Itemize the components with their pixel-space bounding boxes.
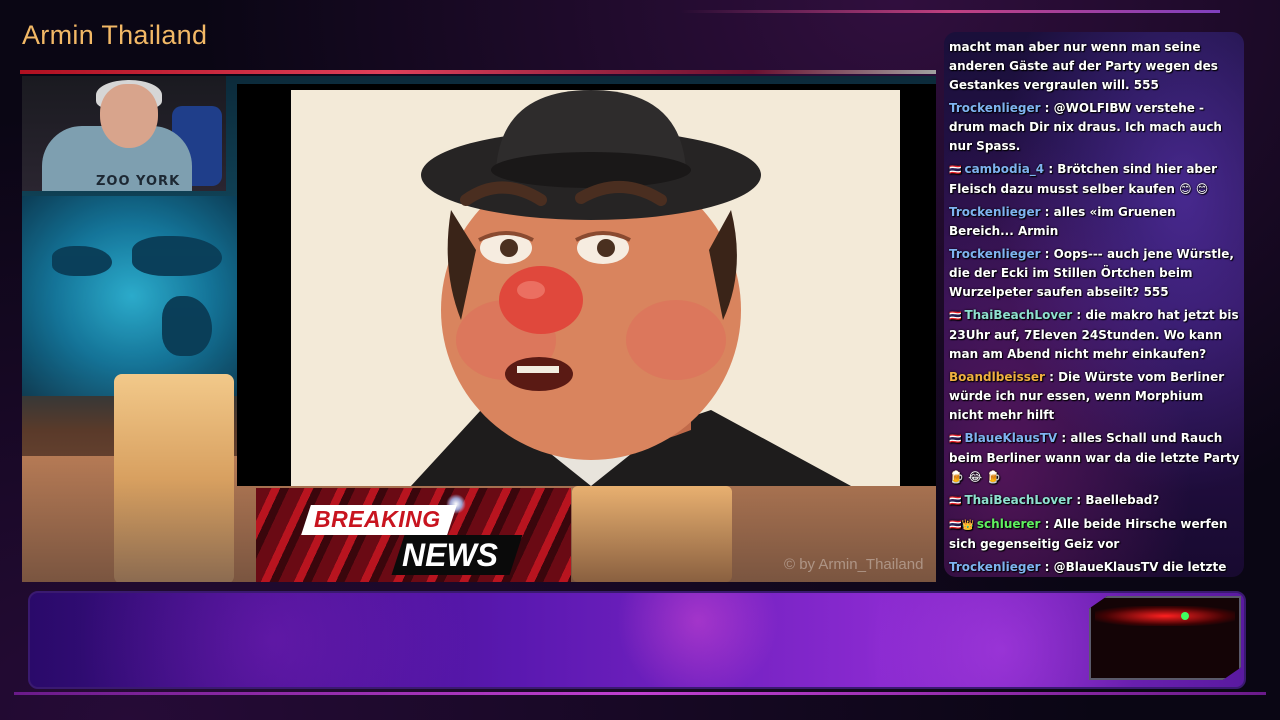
channel-title: Armin Thailand <box>22 20 208 50</box>
shirt-print: ZOO YORK <box>96 174 181 189</box>
chat-message: Boandlbeisser : Die Würste vom Berliner … <box>949 368 1241 425</box>
flag-icon: 🇹🇭 <box>949 434 962 445</box>
map-continent <box>52 246 112 276</box>
chat-message: 🇹🇭 cambodia_4 : Brötchen sind hier aber F… <box>949 160 1241 199</box>
chat-message: 🇹🇭 ThaiBeachLover : Baellebad? <box>949 491 1241 511</box>
flag-icon: 🇹🇭 <box>949 165 962 176</box>
accent-line <box>20 70 936 74</box>
breaking-news-banner: BREAKING NEWS <box>256 488 571 582</box>
chat-username[interactable]: Boandlbeisser <box>949 370 1045 384</box>
cartoon-man-illustration <box>411 90 851 486</box>
world-map-screen <box>22 196 242 396</box>
watermark: © by Armin_Thailand <box>784 556 924 573</box>
main-video <box>291 90 900 486</box>
flag-icon: 🇹🇭 <box>949 311 962 322</box>
room-camera-preview <box>1089 596 1241 680</box>
breaking-label: BREAKING <box>314 506 441 532</box>
chat-text: macht man aber nur wenn man seine andere… <box>949 40 1218 92</box>
chat-message-list[interactable]: macht man aber nur wenn man seine andere… <box>949 38 1241 577</box>
chat-username[interactable]: schluerer <box>977 517 1041 531</box>
chat-message: Trockenlieger : alles «im Gruenen Bereic… <box>949 203 1241 241</box>
chat-panel[interactable]: macht man aber nur wenn man seine andere… <box>944 32 1244 577</box>
chat-message: Trockenlieger : @WOLFIBW verstehe - drum… <box>949 99 1241 156</box>
green-light <box>1181 612 1189 620</box>
chat-message: 🇹🇭 ThaiBeachLover : die makro hat jetzt b… <box>949 306 1241 364</box>
map-continent <box>162 296 212 356</box>
chat-message: Trockenlieger : Oops--- auch jene Würstl… <box>949 245 1241 302</box>
news-label: NEWS <box>402 537 498 573</box>
chat-message: 🇹🇭 BlaueKlausTV : alles Schall und Rauch … <box>949 429 1241 487</box>
chat-username[interactable]: BlaueKlausTV <box>964 431 1057 445</box>
chat-username[interactable]: Trockenlieger <box>949 560 1041 574</box>
red-light-strip <box>1095 606 1235 626</box>
chat-username[interactable]: Trockenlieger <box>949 101 1041 115</box>
chat-username[interactable]: Trockenlieger <box>949 247 1041 261</box>
map-continent <box>132 236 222 276</box>
chat-username[interactable]: cambodia_4 <box>964 162 1044 176</box>
chat-message: macht man aber nur wenn man seine andere… <box>949 38 1241 95</box>
bottom-border-line <box>14 692 1266 695</box>
bottom-ticker-bar <box>28 591 1246 689</box>
chat-text: : Baellebad? <box>1072 493 1160 507</box>
webcam-overlay: ZOO YORK <box>22 76 226 191</box>
studio-desk-right <box>572 486 732 582</box>
flag-icon: 🇹🇭👑 <box>949 520 974 531</box>
chat-username[interactable]: Trockenlieger <box>949 205 1041 219</box>
chat-message: 🇹🇭👑 schluerer : Alle beide Hirsche werfen… <box>949 515 1241 554</box>
chat-message: Trockenlieger : @BlaueKlausTV die letzte… <box>949 558 1241 577</box>
person-head <box>100 84 158 148</box>
flag-icon: 🇹🇭 <box>949 496 962 507</box>
top-border-line <box>680 10 1220 13</box>
chat-username[interactable]: ThaiBeachLover <box>964 308 1072 322</box>
chat-username[interactable]: ThaiBeachLover <box>964 493 1072 507</box>
studio-desk <box>114 374 234 582</box>
